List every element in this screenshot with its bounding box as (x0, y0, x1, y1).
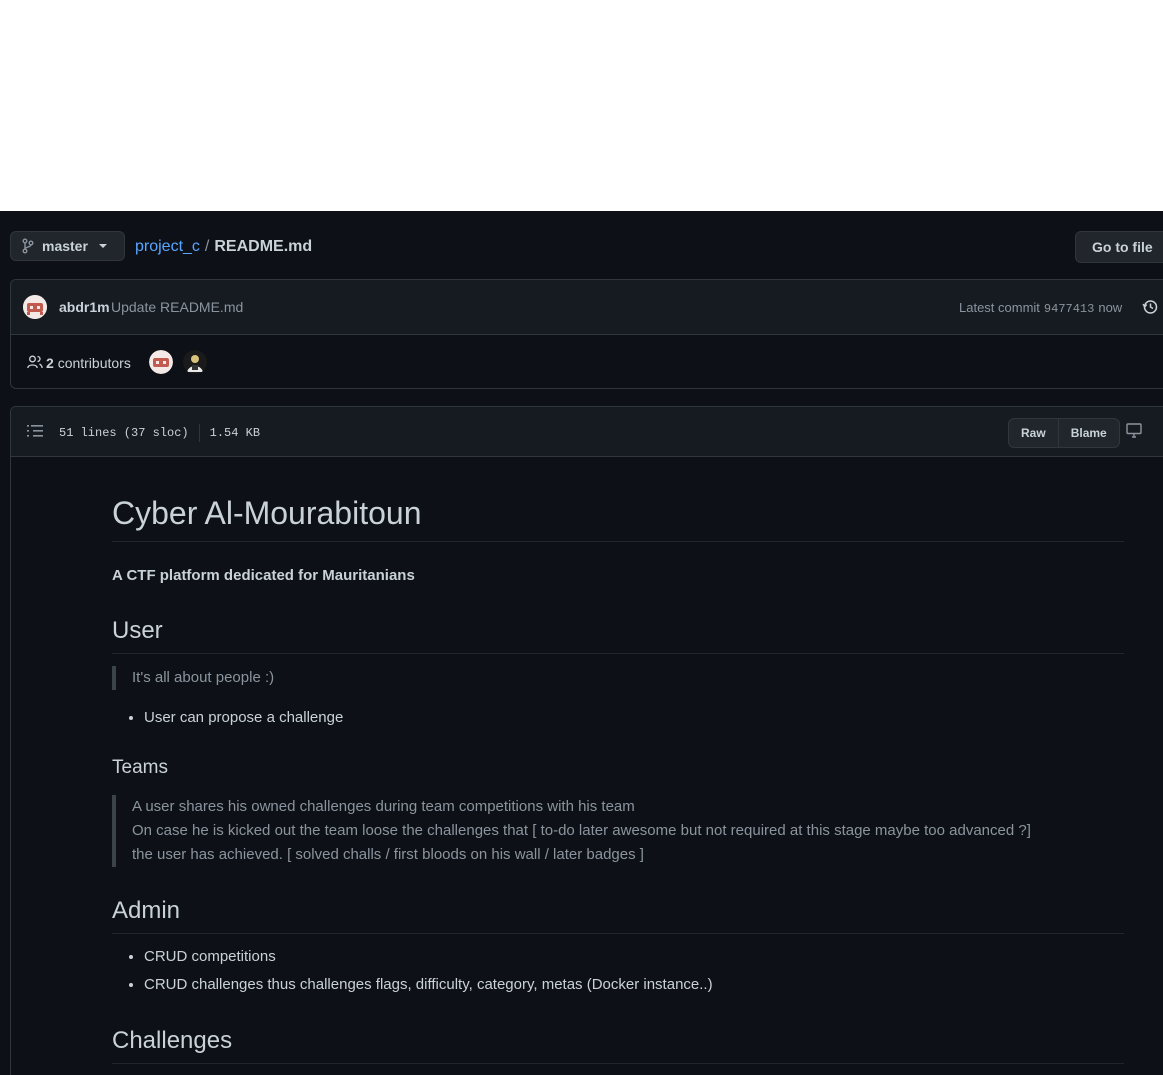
blockquote-line: the user has achieved. [ solved challs /… (132, 846, 644, 863)
branch-name: master (42, 238, 88, 254)
list-item: CRUD competitions (144, 945, 713, 973)
user-list: User can propose a challenge (112, 706, 343, 734)
section-heading-user: User (112, 617, 1124, 654)
contributors-label: contributors (57, 355, 131, 371)
blank-header-area (0, 0, 1163, 211)
go-to-file-button[interactable]: Go to file (1075, 231, 1163, 263)
file-size: 1.54 KB (209, 426, 261, 440)
commit-author-link[interactable]: abdr1m (59, 299, 110, 315)
blockquote-line: On case he is kicked out the team loose … (132, 822, 1031, 839)
people-icon (27, 355, 43, 369)
section-heading-admin: Admin (112, 897, 1124, 934)
latest-commit-info: Latest commit 9477413 now (959, 300, 1122, 316)
file-line-count: 51 lines (37 sloc) (59, 426, 189, 440)
commit-time: now (1098, 300, 1123, 315)
contributor-avatar[interactable] (149, 350, 173, 374)
list-item: CRUD challenges thus challenges flags, d… (144, 973, 713, 1001)
raw-button[interactable]: Raw (1009, 419, 1058, 447)
blockquote-line: A user shares his owned challenges durin… (132, 798, 635, 815)
author-avatar[interactable] (23, 295, 47, 319)
contributors-link[interactable]: 2 contributors (46, 355, 131, 371)
file-header: 51 lines (37 sloc) 1.54 KB Raw Blame (11, 407, 1163, 457)
readme-title: Cyber Al-Mourabitoun (112, 495, 1124, 542)
breadcrumb-repo-link[interactable]: project_c (135, 238, 200, 256)
contributor-avatar[interactable] (183, 350, 207, 374)
readme-subtitle: A CTF platform dedicated for Mauritanian… (112, 567, 415, 584)
file-container: 51 lines (37 sloc) 1.54 KB Raw Blame Cyb… (10, 406, 1163, 1075)
file-actions: Raw Blame (1008, 418, 1120, 448)
blockquote-line: It's all about people :) (132, 669, 275, 686)
section-heading-challenges: Challenges (112, 1027, 1124, 1064)
divider (198, 424, 200, 442)
breadcrumb-file-name: README.md (214, 238, 313, 255)
file-info: 51 lines (37 sloc) 1.54 KB (59, 424, 260, 442)
latest-commit-row: abdr1m Update README.md Latest commit 94… (11, 280, 1163, 335)
commit-sha-link[interactable]: 9477413 (1044, 302, 1094, 316)
table-of-contents-icon[interactable] (27, 424, 43, 438)
breadcrumb-separator: / (204, 238, 210, 255)
latest-commit-label: Latest commit (959, 300, 1040, 315)
breadcrumb: project_c / README.md (135, 238, 312, 256)
git-branch-icon (22, 238, 34, 254)
history-icon[interactable] (1142, 299, 1158, 315)
blame-button[interactable]: Blame (1057, 419, 1119, 447)
file-view: master project_c / README.md Go to file … (0, 211, 1163, 1075)
admin-list: CRUD competitions CRUD challenges thus c… (112, 945, 713, 1001)
blockquote-user: It's all about people :) (112, 666, 274, 690)
chevron-down-icon (98, 244, 107, 248)
list-item: User can propose a challenge (144, 706, 343, 734)
contributors-count: 2 (46, 355, 54, 371)
blockquote-teams: A user shares his owned challenges durin… (112, 795, 1031, 867)
commit-message-link[interactable]: Update README.md (111, 299, 243, 315)
contributors-row: 2 contributors (11, 335, 1163, 389)
commit-box: abdr1m Update README.md Latest commit 94… (10, 279, 1163, 389)
display-icon[interactable] (1126, 423, 1142, 438)
branch-select-button[interactable]: master (10, 231, 125, 261)
section-heading-teams: Teams (112, 757, 168, 778)
